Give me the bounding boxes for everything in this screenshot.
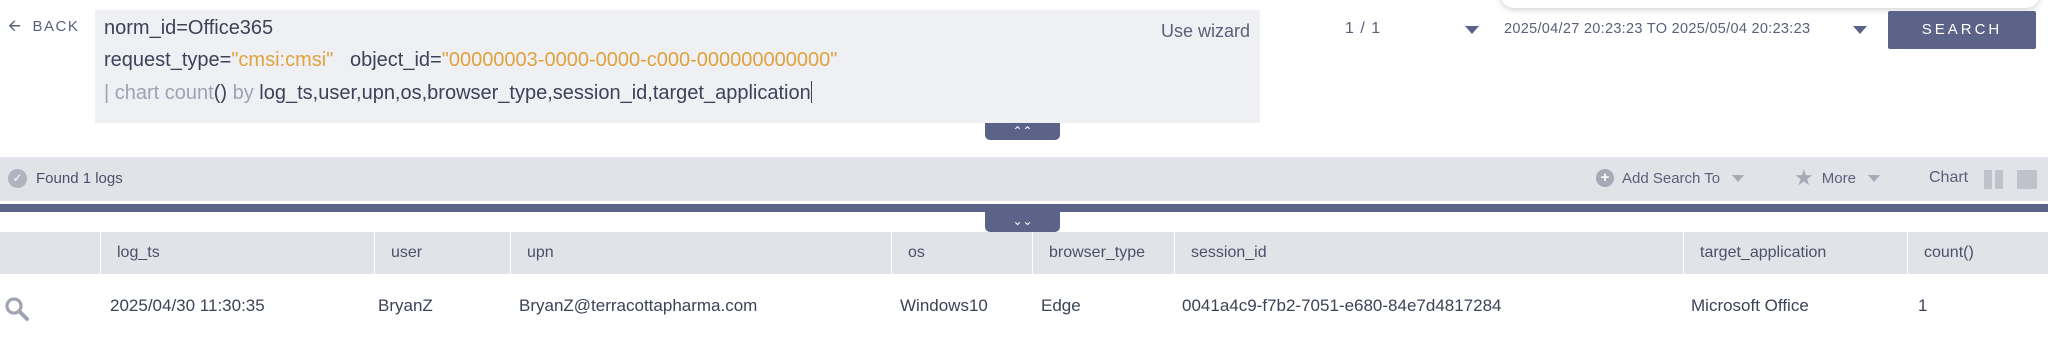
query-key: request_type=: [104, 49, 232, 71]
column-header-log-ts[interactable]: log_ts: [100, 232, 374, 274]
table-row: 2025/04/30 11:30:35 BryanZ BryanZ@terrac…: [0, 274, 2048, 334]
page-dropdown-caret-icon[interactable]: [1465, 26, 1479, 34]
query-editor[interactable]: norm_id=Office365 request_type="cmsi:cms…: [95, 10, 1260, 123]
query-text: norm_id=Office365: [104, 17, 274, 39]
page-count: 1 / 1: [1345, 20, 1382, 37]
cell-target-application: Microsoft Office: [1691, 296, 1809, 315]
full-view-icon[interactable]: [2017, 170, 2037, 189]
time-range-caret-icon[interactable]: [1853, 26, 1867, 34]
chevron-down-icon: [1732, 174, 1745, 182]
cell-upn: BryanZ@terracottapharma.com: [519, 296, 758, 315]
query-fields: log_ts,user,upn,os,browser_type,session_…: [259, 82, 811, 104]
query-line-1: norm_id=Office365: [104, 17, 273, 40]
query-command: | chart count: [104, 82, 214, 104]
query-line-3: | chart count() by log_ts,user,upn,os,br…: [104, 81, 812, 105]
double-chevron-down-icon[interactable]: ⌄⌄: [985, 210, 1060, 232]
query-by-keyword: by: [227, 82, 260, 104]
column-header-target-application[interactable]: target_application: [1683, 232, 1907, 274]
top-dropdown-shadow: [1500, 0, 2040, 8]
check-circle-icon: ✓: [8, 169, 27, 188]
cell-os: Windows10: [900, 296, 988, 315]
found-count: ✓ Found 1 logs: [8, 169, 123, 188]
back-button[interactable]: 🡨 BACK: [8, 18, 79, 35]
text-cursor: [810, 81, 812, 103]
query-string: "00000003-0000-0000-c000-000000000000": [441, 49, 838, 71]
chart-button[interactable]: Chart: [1929, 169, 1968, 187]
query-string: "cmsi:cmsi": [231, 49, 334, 71]
found-text: Found 1 logs: [36, 170, 123, 187]
cell-user: BryanZ: [378, 296, 433, 315]
column-header-upn[interactable]: upn: [510, 232, 891, 274]
more-button[interactable]: ★ More: [1794, 165, 1880, 190]
column-header-spacer: [0, 232, 100, 274]
search-button[interactable]: SEARCH: [1888, 11, 2036, 49]
column-header-user[interactable]: user: [374, 232, 510, 274]
double-chevron-up-icon[interactable]: ⌃⌃: [985, 123, 1060, 140]
use-wizard-link[interactable]: Use wizard: [1161, 21, 1250, 42]
query-paren: (): [213, 82, 228, 104]
cell-log-ts: 2025/04/30 11:30:35: [110, 296, 265, 315]
split-view-icon[interactable]: [1984, 170, 2004, 189]
query-key: object_id=: [349, 49, 442, 71]
table-header: log_ts user upn os browser_type session_…: [0, 232, 2048, 274]
column-header-session-id[interactable]: session_id: [1174, 232, 1683, 274]
query-line-2: request_type="cmsi:cmsi" object_id="0000…: [104, 49, 837, 72]
star-icon: ★: [1794, 165, 1814, 190]
back-label: BACK: [32, 18, 80, 35]
cell-session-id: 0041a4c9-f7b2-7051-e680-84e7d4817284: [1182, 296, 1502, 315]
column-header-os[interactable]: os: [891, 232, 1032, 274]
magnifier-icon[interactable]: [4, 296, 30, 322]
plus-circle-icon: +: [1596, 169, 1614, 187]
add-search-to-label: Add Search To: [1622, 169, 1721, 187]
column-header-count[interactable]: count(): [1907, 232, 2048, 274]
column-header-browser-type[interactable]: browser_type: [1032, 232, 1174, 274]
results-toolbar: ✓ Found 1 logs + Add Search To ★ More Ch…: [0, 157, 2048, 201]
cell-browser-type: Edge: [1041, 296, 1081, 315]
add-search-to-button[interactable]: + Add Search To: [1596, 169, 1745, 187]
time-range[interactable]: 2025/04/27 20:23:23 TO 2025/05/04 20:23:…: [1504, 21, 1810, 37]
cell-count: 1: [1918, 296, 1928, 315]
more-label: More: [1821, 169, 1856, 187]
chevron-down-icon: [1867, 174, 1880, 182]
back-arrow-icon: 🡨: [8, 17, 23, 35]
